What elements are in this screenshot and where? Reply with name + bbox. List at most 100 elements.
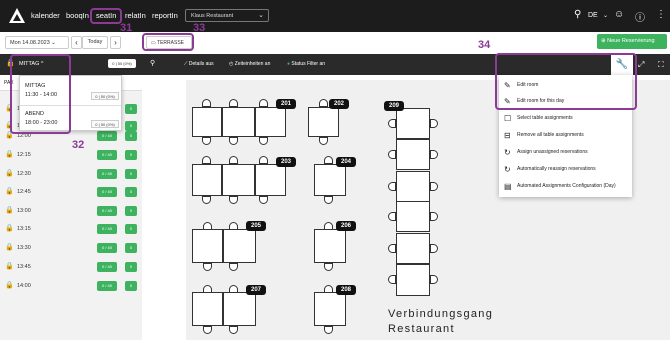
assign-icon: ↻ bbox=[504, 148, 511, 157]
table-209[interactable] bbox=[396, 108, 430, 139]
user-icon[interactable]: ☺ bbox=[614, 9, 624, 20]
annotation-33: 33 bbox=[193, 22, 206, 34]
menu-item-remove-assignments[interactable]: ⊟ Remove all table assignments bbox=[499, 127, 632, 144]
menu-item-auto-config[interactable]: ▤ Automated Assignments Configuration (Da… bbox=[499, 178, 632, 195]
table-201[interactable] bbox=[222, 107, 255, 137]
table-number-204: 204 bbox=[336, 157, 356, 167]
occupancy-badge: 0 / 40 bbox=[97, 243, 117, 253]
table-203[interactable] bbox=[255, 164, 286, 196]
table-number-206: 206 bbox=[336, 221, 356, 231]
timeslot-time: 12:00 bbox=[17, 133, 31, 139]
chevron-down-icon: ⌄ bbox=[603, 13, 609, 19]
nav-kalender[interactable]: kalender bbox=[31, 11, 60, 20]
wrench-icon[interactable]: 🔧 bbox=[611, 54, 633, 75]
table-203[interactable] bbox=[192, 164, 222, 196]
lock-icon: 🔒 bbox=[6, 60, 15, 67]
timeslot-time: 12:45 bbox=[17, 189, 31, 195]
table-207[interactable] bbox=[192, 292, 223, 326]
more-vertical-icon[interactable]: ⋮ bbox=[656, 9, 666, 20]
table-207[interactable] bbox=[223, 292, 256, 326]
table-209[interactable] bbox=[396, 264, 430, 296]
next-day-button[interactable]: › bbox=[110, 36, 121, 49]
table-208[interactable] bbox=[314, 292, 346, 326]
table-209[interactable] bbox=[396, 233, 430, 264]
timeslot-row[interactable]: 🔒 12:15 0 / 40 0 bbox=[0, 147, 142, 164]
lock-icon: 🔒 bbox=[5, 132, 14, 139]
occupancy-badge: 0 / 40 bbox=[97, 224, 117, 234]
time-units-label: Zeiteinheiten an bbox=[234, 61, 271, 67]
status-filter-toggle[interactable]: ● Status Filter an bbox=[287, 61, 325, 67]
menu-item-assign-unassigned[interactable]: ↻ Assign unassigned reservations bbox=[499, 144, 632, 161]
prev-day-button[interactable]: ‹ bbox=[71, 36, 82, 49]
timeslot-time: 14:00 bbox=[17, 283, 31, 289]
shift-option-name: ABEND bbox=[25, 111, 44, 117]
lock-icon: 🔒 bbox=[5, 151, 14, 158]
shift-select[interactable]: MITTAG ^ bbox=[19, 61, 43, 67]
app: kalender booqIn seatIn relatIn reportIn … bbox=[0, 0, 670, 340]
occupancy-badge: 0 / 40 bbox=[97, 131, 117, 141]
nav-reportin[interactable]: reportIn bbox=[152, 11, 178, 20]
nav-seatin[interactable]: seatIn bbox=[96, 11, 116, 20]
timeslot-time: 12:30 bbox=[17, 171, 31, 177]
area-select-button[interactable]: ▭ TERRASSE bbox=[146, 36, 192, 49]
shift-option-capacity: 0 | 50 (0%) bbox=[91, 120, 119, 128]
table-204[interactable] bbox=[314, 164, 346, 196]
shift-option-abend[interactable]: ABEND 18:00 - 23:00 bbox=[25, 110, 57, 128]
timeslot-row[interactable]: 🔒 14:00 0 / 40 0 bbox=[0, 278, 142, 295]
nav-booqin[interactable]: booqIn bbox=[66, 11, 89, 20]
info-icon[interactable]: ⓘ bbox=[635, 9, 645, 24]
new-reservation-button[interactable]: ⊕ Neue Reservierung bbox=[597, 34, 667, 49]
chair bbox=[388, 212, 396, 221]
today-button[interactable]: Today bbox=[82, 36, 108, 49]
chevron-down-icon: ⌄ bbox=[258, 12, 264, 19]
table-205[interactable] bbox=[223, 229, 256, 263]
menu-item-edit-room[interactable]: ✎ Edit room bbox=[499, 77, 632, 94]
details-toggle[interactable]: ⟋ Details aus bbox=[184, 61, 214, 67]
app-logo-icon[interactable] bbox=[8, 7, 26, 24]
table-201[interactable] bbox=[192, 107, 222, 137]
auto-assign-icon: ↻ bbox=[504, 165, 511, 174]
search-icon[interactable]: ⚲ bbox=[574, 9, 581, 20]
chair bbox=[229, 156, 238, 164]
search-icon[interactable]: ⚲ bbox=[150, 59, 155, 67]
occupancy-badge: 0 / 40 bbox=[97, 206, 117, 216]
table-202[interactable] bbox=[308, 107, 339, 137]
restaurant-select[interactable]: Klaus Restaurant ⌄ bbox=[185, 9, 269, 22]
annotation-31: 31 bbox=[120, 22, 133, 34]
clock-icon: ◴ bbox=[229, 61, 234, 67]
annotation-32: 32 bbox=[72, 139, 85, 151]
lock-icon: 🔒 bbox=[5, 188, 14, 195]
time-units-toggle[interactable]: ◴ Zeiteinheiten an bbox=[229, 61, 270, 67]
timeslot-time: 13:30 bbox=[17, 245, 31, 251]
table-number-209: 209 bbox=[384, 101, 404, 111]
fullscreen-icon[interactable]: ⛶ bbox=[658, 60, 664, 70]
menu-item-select-assignments[interactable]: ☐ Select table assignments bbox=[499, 110, 632, 127]
timeslot-row[interactable]: 🔒 13:45 0 / 40 0 bbox=[0, 259, 142, 276]
timeslot-row[interactable]: 🔒 13:30 0 / 40 0 bbox=[0, 240, 142, 257]
chair bbox=[388, 119, 396, 128]
menu-item-auto-reassign[interactable]: ↻ Automatically reassign reservations bbox=[499, 161, 632, 178]
table-206[interactable] bbox=[314, 229, 346, 263]
nav-relatin[interactable]: relatIn bbox=[125, 11, 146, 20]
shift-dropdown: MITTAG 11:30 - 14:00 0 | 50 (0%) ABEND 18:… bbox=[19, 75, 122, 131]
venue-label: Verbindungsgang Restaurant bbox=[388, 307, 493, 337]
shift-option-capacity: 0 | 50 (0%) bbox=[91, 92, 119, 100]
pencil-icon: ✎ bbox=[504, 81, 511, 90]
timeslot-row[interactable]: 🔒 13:15 0 / 40 0 bbox=[0, 221, 142, 238]
timeslot-row[interactable]: 🔒 12:45 0 / 40 0 bbox=[0, 184, 142, 201]
table-209[interactable] bbox=[396, 139, 430, 170]
table-205[interactable] bbox=[192, 229, 223, 263]
table-201[interactable] bbox=[255, 107, 286, 137]
area-icon: ▭ bbox=[151, 40, 156, 46]
shift-option-mittag[interactable]: MITTAG 11:30 - 14:00 bbox=[25, 82, 57, 100]
table-209[interactable] bbox=[396, 171, 430, 202]
language-select[interactable]: DE bbox=[588, 12, 598, 19]
timeslot-row[interactable]: 🔒 13:00 0 / 40 0 bbox=[0, 203, 142, 220]
date-picker[interactable]: Mon 14.08.2023 ⌄ bbox=[5, 36, 69, 49]
wand-icon: ⟋ bbox=[184, 61, 188, 67]
timeslot-row[interactable]: 🔒 12:30 0 / 40 0 bbox=[0, 166, 142, 183]
table-203[interactable] bbox=[222, 164, 255, 196]
table-209[interactable] bbox=[396, 201, 430, 232]
expand-icon[interactable]: ⤢ bbox=[638, 60, 644, 70]
menu-item-edit-room-day[interactable]: ✎ Edit room for this day bbox=[499, 93, 632, 110]
